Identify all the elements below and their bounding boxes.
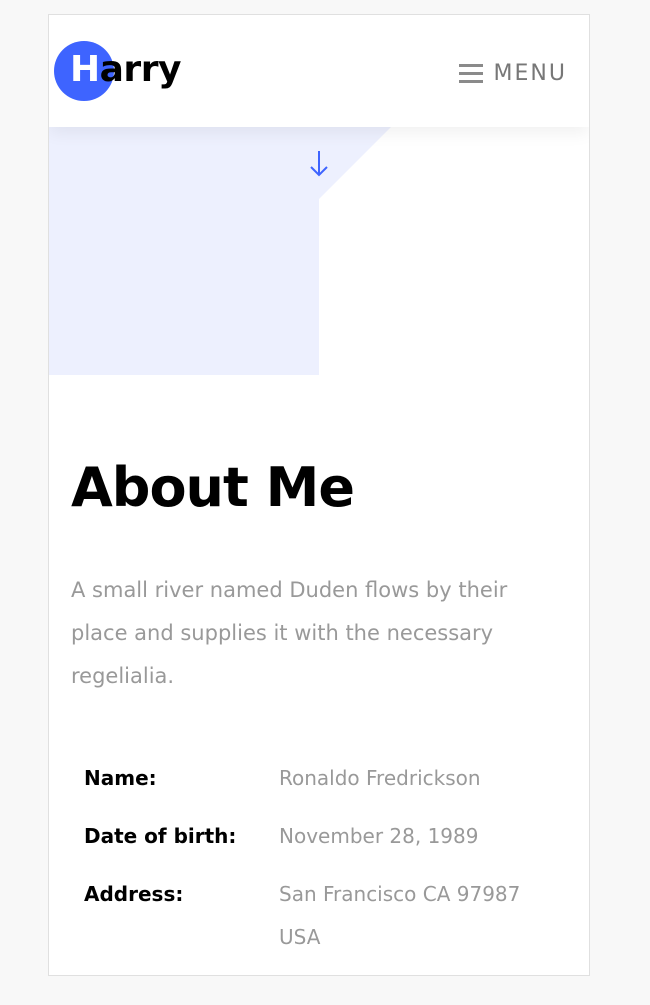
menu-label: MENU <box>493 60 567 86</box>
info-row-birth: Date of birth: November 28, 1989 <box>84 815 564 858</box>
arrow-down-icon[interactable] <box>307 145 331 179</box>
hero-background-shape <box>49 127 391 375</box>
info-row-name: Name: Ronaldo Fredrickson <box>84 757 564 800</box>
logo-text: Harry <box>70 50 181 90</box>
menu-button[interactable]: MENU <box>458 59 567 87</box>
info-value: November 28, 1989 <box>279 824 479 848</box>
hamburger-icon <box>458 62 483 84</box>
info-value: Ronaldo Fredrickson <box>279 766 481 790</box>
site-header: Harry MENU <box>49 15 589 127</box>
info-row-address: Address: San Francisco CA 97987 USA <box>84 873 564 959</box>
site-logo[interactable]: Harry <box>54 41 194 101</box>
page-frame: Harry MENU About Me A small river named … <box>48 14 590 976</box>
info-value: San Francisco CA 97987 USA <box>279 882 521 949</box>
about-description: A small river named Duden flows by their… <box>71 578 508 688</box>
about-title: About Me <box>71 456 355 519</box>
info-label: Name: <box>84 766 157 790</box>
logo-first-letter: H <box>70 49 100 90</box>
personal-info-list: Name: Ronaldo Fredrickson Date of birth:… <box>84 757 564 974</box>
info-label: Address: <box>84 882 184 906</box>
logo-rest: arry <box>99 49 182 90</box>
info-label: Date of birth: <box>84 824 237 848</box>
